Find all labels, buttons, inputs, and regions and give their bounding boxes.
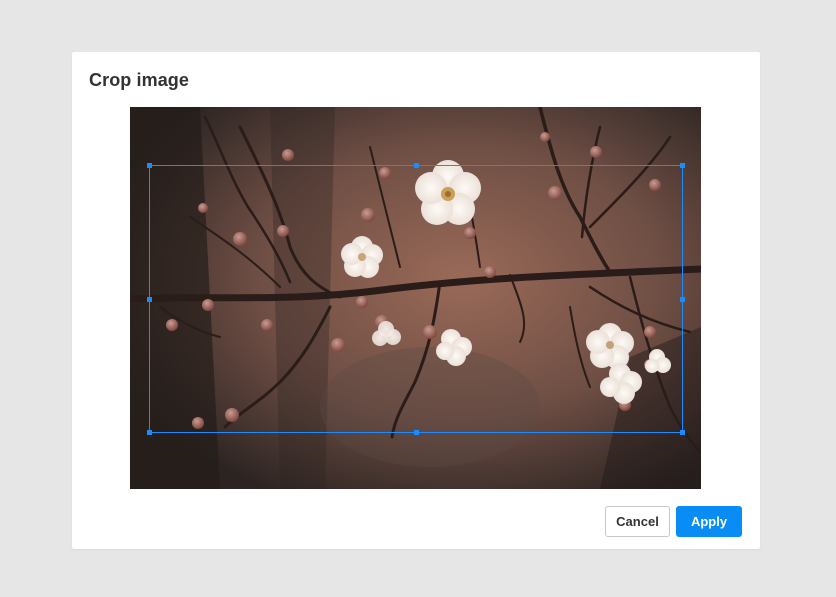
crop-handle-top-left[interactable]	[147, 163, 152, 168]
cancel-button[interactable]: Cancel	[605, 506, 670, 537]
crop-handle-top-middle[interactable]	[414, 163, 419, 168]
crop-selection-box[interactable]	[147, 163, 685, 435]
crop-handle-bottom-right[interactable]	[680, 430, 685, 435]
crop-image-dialog: Crop image Cancel Apply	[72, 52, 760, 549]
crop-handle-top-right[interactable]	[680, 163, 685, 168]
dialog-title: Crop image	[89, 70, 190, 90]
dialog-actions: Cancel Apply	[605, 506, 742, 537]
crop-handle-middle-left[interactable]	[147, 297, 152, 302]
crop-handle-middle-right[interactable]	[680, 297, 685, 302]
apply-button[interactable]: Apply	[676, 506, 742, 537]
crop-handle-bottom-middle[interactable]	[414, 430, 419, 435]
crop-image-canvas[interactable]	[130, 107, 701, 489]
crop-handle-bottom-left[interactable]	[147, 430, 152, 435]
